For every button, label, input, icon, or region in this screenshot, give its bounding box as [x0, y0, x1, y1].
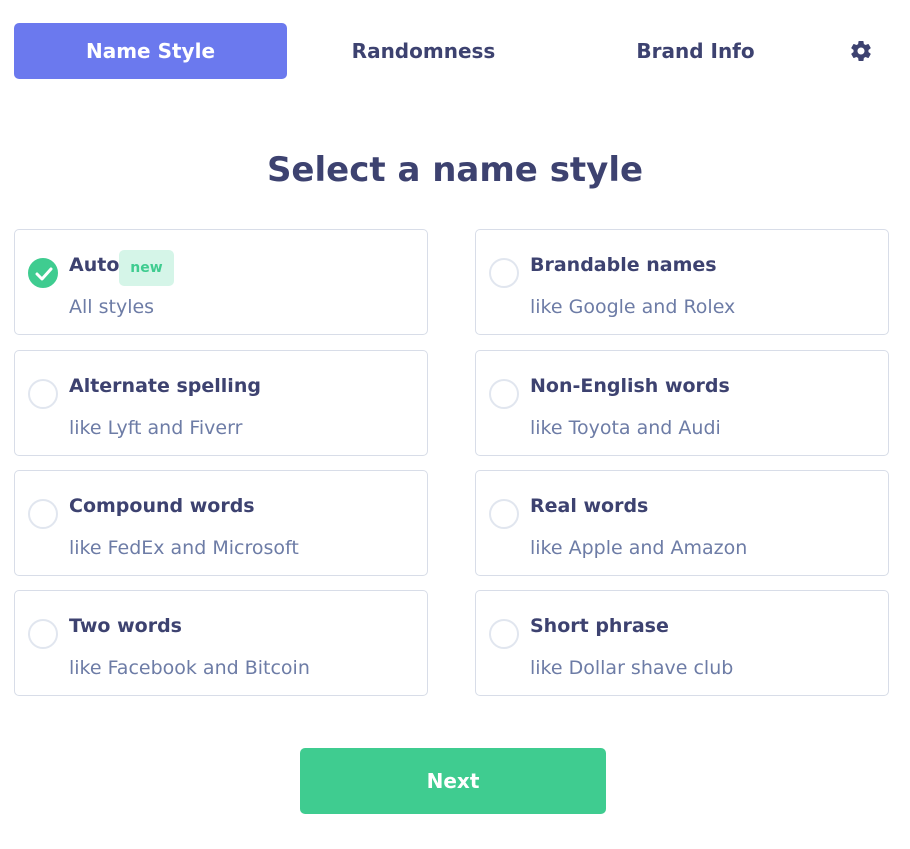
- radio-button[interactable]: [28, 379, 58, 409]
- option-compound-words[interactable]: Compound words like FedEx and Microsoft: [14, 470, 428, 576]
- option-alternate-spelling[interactable]: Alternate spelling like Lyft and Fiverr: [14, 350, 428, 456]
- option-label: Compound words: [69, 495, 255, 517]
- page-title: Select a name style: [266, 150, 644, 190]
- option-label: Two words: [69, 615, 182, 637]
- radio-button[interactable]: [489, 258, 519, 288]
- tab-brand-info[interactable]: Brand Info: [559, 23, 832, 79]
- option-description: like Google and Rolex: [530, 296, 736, 318]
- option-brandable-names[interactable]: Brandable names like Google and Rolex: [475, 229, 889, 335]
- tab-bar: Name Style Randomness Brand Info: [14, 23, 896, 79]
- option-label: Non-English words: [530, 375, 730, 397]
- radio-button[interactable]: [28, 499, 58, 529]
- option-description: like Facebook and Bitcoin: [69, 657, 310, 679]
- tab-name-style[interactable]: Name Style: [14, 23, 287, 79]
- next-button[interactable]: Next: [300, 748, 606, 814]
- option-label: Short phrase: [530, 615, 669, 637]
- radio-button[interactable]: [489, 499, 519, 529]
- option-description: like FedEx and Microsoft: [69, 537, 299, 559]
- radio-button[interactable]: [489, 379, 519, 409]
- radio-button[interactable]: [28, 619, 58, 649]
- gear-icon[interactable]: [849, 39, 873, 63]
- option-description: All styles: [69, 296, 155, 318]
- tab-randomness[interactable]: Randomness: [287, 23, 560, 79]
- option-label: Brandable names: [530, 254, 717, 276]
- option-auto[interactable]: Auto new All styles: [14, 229, 428, 335]
- option-label: Alternate spelling: [69, 375, 261, 397]
- check-icon: [28, 258, 58, 288]
- radio-button[interactable]: [489, 619, 519, 649]
- option-description: like Dollar shave club: [530, 657, 734, 679]
- option-description: like Toyota and Audi: [530, 417, 721, 439]
- option-two-words[interactable]: Two words like Facebook and Bitcoin: [14, 590, 428, 696]
- option-short-phrase[interactable]: Short phrase like Dollar shave club: [475, 590, 889, 696]
- option-description: like Lyft and Fiverr: [69, 417, 243, 439]
- option-label: Real words: [530, 495, 649, 517]
- option-non-english-words[interactable]: Non-English words like Toyota and Audi: [475, 350, 889, 456]
- option-label: Auto: [69, 254, 120, 276]
- option-description: like Apple and Amazon: [530, 537, 748, 559]
- new-badge: new: [119, 250, 174, 286]
- option-real-words[interactable]: Real words like Apple and Amazon: [475, 470, 889, 576]
